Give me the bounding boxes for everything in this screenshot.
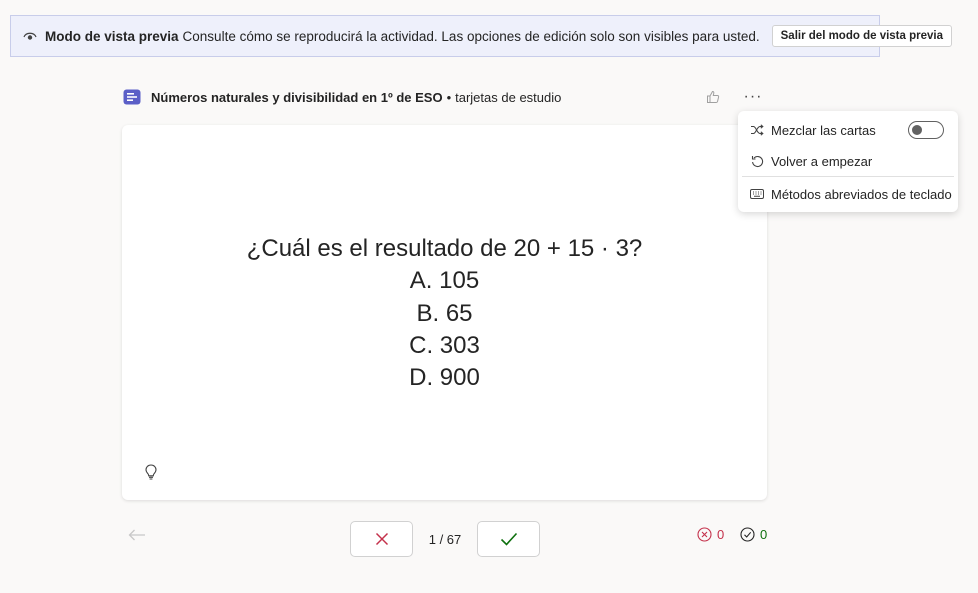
restart-icon <box>750 154 764 168</box>
menu-item-shuffle-label: Mezclar las cartas <box>771 122 876 138</box>
activity-title: Números naturales y divisibilidad en 1º … <box>151 89 443 105</box>
error-circle-icon <box>697 527 712 542</box>
mark-correct-button[interactable] <box>477 521 540 557</box>
correct-score: 0 <box>740 527 767 542</box>
shuffle-toggle[interactable] <box>908 121 944 139</box>
shuffle-icon <box>750 123 764 137</box>
option-b: B. 65 <box>416 299 473 327</box>
keyboard-icon <box>750 187 764 201</box>
menu-item-restart-label: Volver a empezar <box>771 153 873 169</box>
exit-preview-button[interactable]: Salir del modo de vista previa <box>771 25 952 47</box>
option-c: C. 303 <box>409 331 480 359</box>
flashcards-app-icon <box>123 89 141 105</box>
flashcard[interactable]: ¿Cuál es el resultado de 20 + 15 · 3? A.… <box>122 125 767 500</box>
menu-item-keyboard-shortcuts[interactable]: Métodos abreviados de teclado <box>738 180 958 208</box>
option-a: A. 105 <box>409 267 480 295</box>
correct-count: 0 <box>760 527 768 542</box>
activity-type: tarjetas de estudio <box>455 89 562 105</box>
menu-item-restart[interactable]: Volver a empezar <box>738 147 958 175</box>
options-menu: Mezclar las cartas Volver a empezar Méto… <box>738 111 958 212</box>
menu-divider <box>742 176 954 177</box>
option-d: D. 900 <box>409 364 480 392</box>
incorrect-score: 0 <box>697 527 724 542</box>
question-text: ¿Cuál es el resultado de 20 + 15 · 3? <box>246 235 643 262</box>
checkmark-icon <box>500 532 517 546</box>
eye-icon <box>23 28 37 44</box>
checkmark-circle-icon <box>740 527 755 542</box>
preview-banner-description: Consulte cómo se reproducirá la activida… <box>182 28 760 44</box>
arrow-left-icon[interactable] <box>127 526 147 544</box>
preview-banner-title: Modo de vista previa <box>45 28 179 44</box>
card-counter: 1 / 67 <box>428 532 462 547</box>
close-icon <box>375 532 388 546</box>
activity-header: Números naturales y divisibilidad en 1º … <box>123 87 768 107</box>
menu-item-keyboard-shortcuts-label: Métodos abreviados de teclado <box>771 186 952 202</box>
toggle-knob <box>912 125 922 135</box>
flashcard-question: ¿Cuál es el resultado de 20 + 15 · 3? A.… <box>122 233 767 394</box>
more-options-button[interactable]: ··· <box>743 87 763 107</box>
incorrect-count: 0 <box>717 527 725 542</box>
thumbs-up-icon[interactable] <box>705 88 721 106</box>
preview-banner: Modo de vista previa Consulte cómo se re… <box>10 15 952 57</box>
title-separator: • <box>446 89 452 105</box>
mark-incorrect-button[interactable] <box>350 521 413 557</box>
lightbulb-icon[interactable] <box>143 463 159 481</box>
